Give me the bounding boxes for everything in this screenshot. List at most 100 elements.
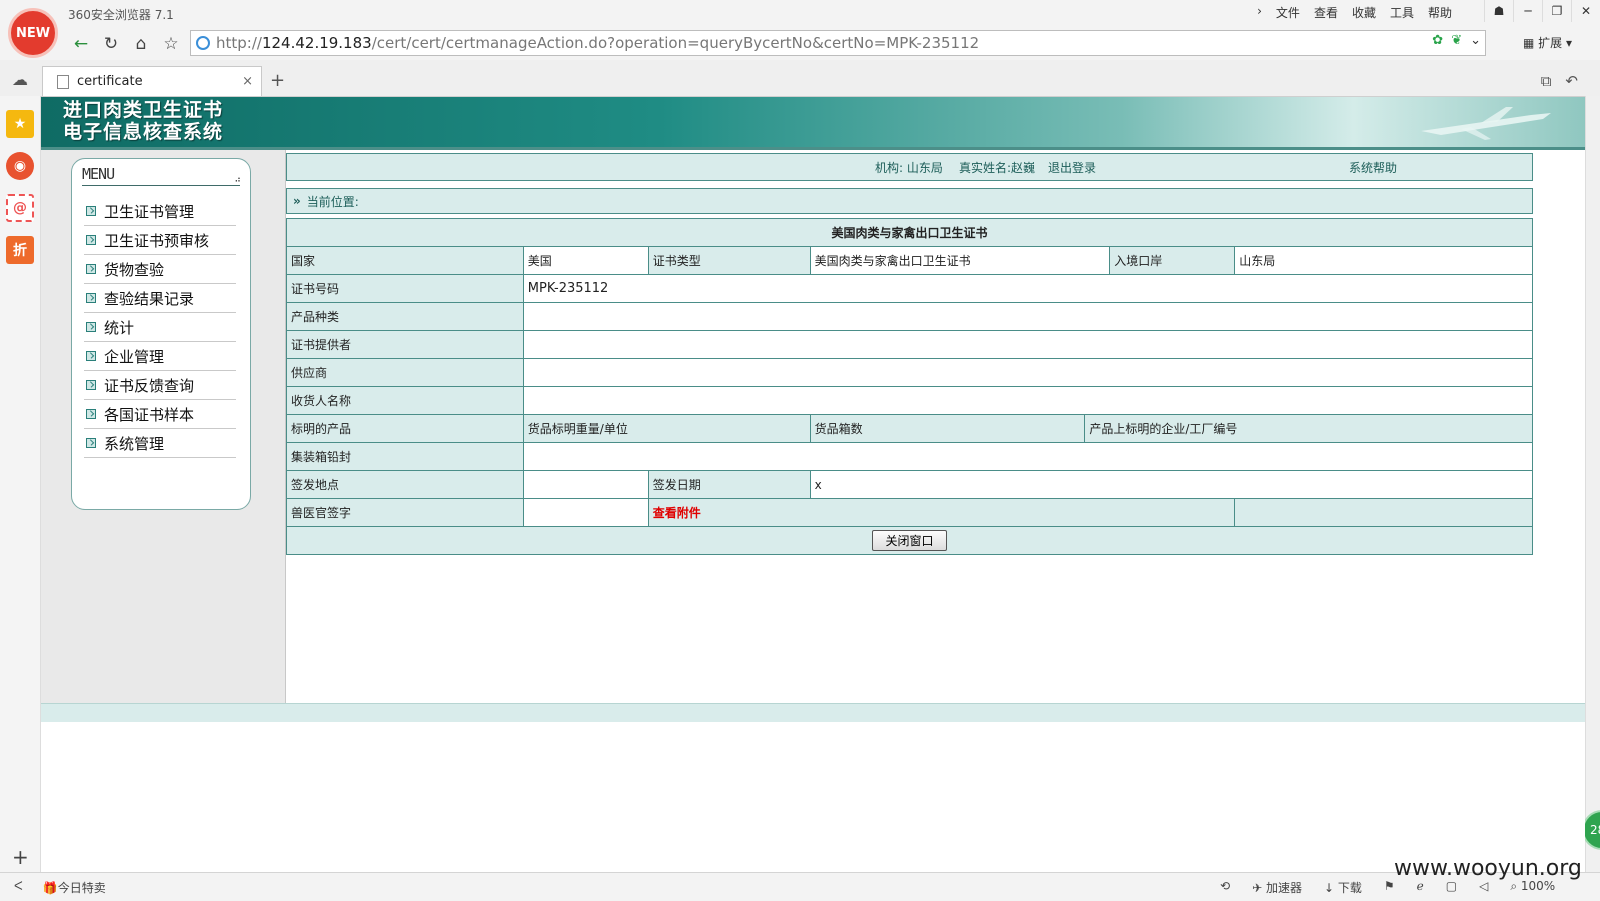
cert-number-label: 证书号码 [286,274,524,303]
browser-logo[interactable]: NEW [8,8,58,58]
menu-item-inspection-records[interactable]: 查验结果记录 [84,284,236,313]
window-icon[interactable]: ▢ [1446,879,1457,896]
bookmark-star-icon[interactable]: ☆ [158,32,184,56]
site-title-line2: 电子信息核查系统 [63,121,224,143]
star-icon[interactable]: ★ [6,110,34,138]
url-text[interactable]: http://124.42.19.183/cert/cert/certmanag… [216,34,979,52]
tab-tools: ⧉ ↶ [1541,72,1578,90]
add-sidebar-icon[interactable]: + [12,845,29,869]
window-controls: ☗ ─ ❐ ✕ [1484,0,1600,22]
float-badge-count: 28 [1590,823,1600,837]
vertical-scrollbar[interactable] [1585,96,1600,872]
menu-view[interactable]: 查看 [1314,4,1338,21]
table-row: 供应商 [286,358,1534,387]
download-icon: ↓ [1323,881,1335,895]
logout-link[interactable]: 退出登录 [1048,159,1096,176]
discount-char: 折 [13,243,27,259]
issue-place-label: 签发地点 [286,470,524,499]
menu-panel: MENU ⠴ 卫生证书管理 卫生证书预审核 货物查验 查验结果记录 统计 企业管理… [71,158,251,510]
issue-place-value [522,470,649,499]
system-help-link[interactable]: 系统帮助 [1349,159,1397,176]
menu-favorites[interactable]: 收藏 [1352,4,1376,21]
table-row: 产品种类 [286,302,1534,331]
skin-icon[interactable]: ☗ [1484,0,1513,22]
view-attachment-link[interactable]: 查看附件 [653,506,701,520]
close-tab-icon[interactable]: × [242,74,253,89]
undo-close-icon[interactable]: ↶ [1565,72,1578,90]
table-row: 标明的产品 货品标明重量/单位 货品箱数 产品上标明的企业/工厂编号 [286,414,1533,443]
menu-item-label: 各国证书样本 [104,405,195,424]
tab-title: certificate [77,74,143,89]
mail-icon[interactable]: @ [6,194,34,222]
minimize-button[interactable]: ─ [1513,0,1542,22]
address-actions: ✿ ❦ ⌄ [1432,33,1481,48]
zoom-level[interactable]: ⌕ 100% [1510,879,1555,896]
menu-item-cert-management[interactable]: 卫生证书管理 [84,197,236,226]
new-tab-button[interactable]: + [270,70,285,91]
tab-certificate[interactable]: certificate × [42,66,262,96]
compat-mode-icon[interactable]: ✿ [1432,33,1443,48]
status-tool-icon[interactable]: ⟲ [1220,879,1230,896]
menu-item-feedback-query[interactable]: 证书反馈查询 [84,371,236,400]
page-icon [57,74,69,89]
menu-item-statistics[interactable]: 统计 [84,313,236,342]
menu-tools[interactable]: 工具 [1390,4,1414,21]
menu-help[interactable]: 帮助 [1428,4,1452,21]
table-row: 集装箱铅封 [286,442,1534,471]
maximize-button[interactable]: ❐ [1542,0,1571,22]
sound-icon[interactable]: ◁ [1479,879,1488,896]
flag-icon[interactable]: ⚑ [1384,879,1395,896]
menu-header: MENU ⠴ [82,165,241,186]
menu-expand-icon[interactable]: › [1257,4,1262,21]
refresh-icon[interactable]: ↻ [98,32,124,56]
download[interactable]: ↓ 下载 [1324,879,1362,896]
menu-file[interactable]: 文件 [1276,4,1300,21]
address-dropdown-icon[interactable]: ⌄ [1470,33,1481,48]
menu-item-label: 企业管理 [104,347,165,366]
address-bar[interactable]: http://124.42.19.183/cert/cert/certmanag… [190,30,1486,56]
weibo-icon[interactable]: ◉ [6,152,34,180]
vet-signature-value [522,498,649,527]
daily-deals[interactable]: 🎁今日特卖 [43,879,106,896]
double-chevron-icon: » [293,194,301,208]
speed-mode-icon[interactable]: ❦ [1451,33,1462,48]
app-title: 360安全浏览器 7.1 [68,8,174,22]
home-icon[interactable]: ⌂ [128,32,154,56]
download-label: 下载 [1337,881,1362,895]
daily-deals-label: 今日特卖 [57,881,106,895]
close-window-page-button[interactable]: 关闭窗口 [872,530,947,551]
site-title-line1: 进口肉类卫生证书 [63,99,224,121]
collapse-sidebar-icon[interactable]: ᐸ [14,879,23,896]
entry-port-value: 山东局 [1234,246,1533,275]
table-row: 签发地点 签发日期 x [286,470,1534,499]
menu-item-country-samples[interactable]: 各国证书样本 [84,400,236,429]
plant-number-label: 产品上标明的企业/工厂编号 [1084,414,1533,443]
table-row: 兽医官签字 查看附件 [286,498,1533,527]
back-icon[interactable]: ← [68,32,94,56]
box-count-label: 货品箱数 [809,414,1086,443]
status-bar: ᐸ 🎁今日特卖 ⟲ ✈ 加速器 ↓ 下载 ⚑ ℯ ▢ ◁ ⌕ 100% [0,872,1600,901]
menu-item-cert-prereview[interactable]: 卫生证书预审核 [84,226,236,255]
product-kind-label: 产品种类 [286,302,524,331]
left-menu-column: MENU ⠴ 卫生证书管理 卫生证书预审核 货物查验 查验结果记录 统计 企业管理… [41,150,286,716]
close-window-button[interactable]: ✕ [1571,0,1600,22]
menu-bar: › 文件 查看 收藏 工具 帮助 [1257,4,1452,21]
ie-icon[interactable]: ℯ [1417,879,1424,896]
cloud-sync-icon[interactable]: ☁ [12,70,28,89]
menu-item-enterprise[interactable]: 企业管理 [84,342,236,371]
country-label: 国家 [286,246,524,275]
accelerator[interactable]: ✈ 加速器 [1252,879,1302,896]
menu-item-label: 统计 [104,318,135,337]
labeled-product-label: 标明的产品 [286,414,524,443]
discount-icon[interactable]: 折 [6,236,34,264]
page-footer [41,703,1585,722]
menu-item-system-admin[interactable]: 系统管理 [84,429,236,458]
restore-tabs-icon[interactable]: ⧉ [1541,72,1552,90]
location-label: 当前位置: [306,194,359,209]
logo-text: NEW [15,25,51,41]
extensions-button[interactable]: ▦ 扩展 ▾ [1523,34,1572,51]
menu-item-goods-inspection[interactable]: 货物查验 [84,255,236,284]
site-banner: 进口肉类卫生证书 电子信息核查系统 [41,97,1585,150]
entry-port-label: 入境口岸 [1109,246,1236,275]
cert-type-label: 证书类型 [647,246,811,275]
